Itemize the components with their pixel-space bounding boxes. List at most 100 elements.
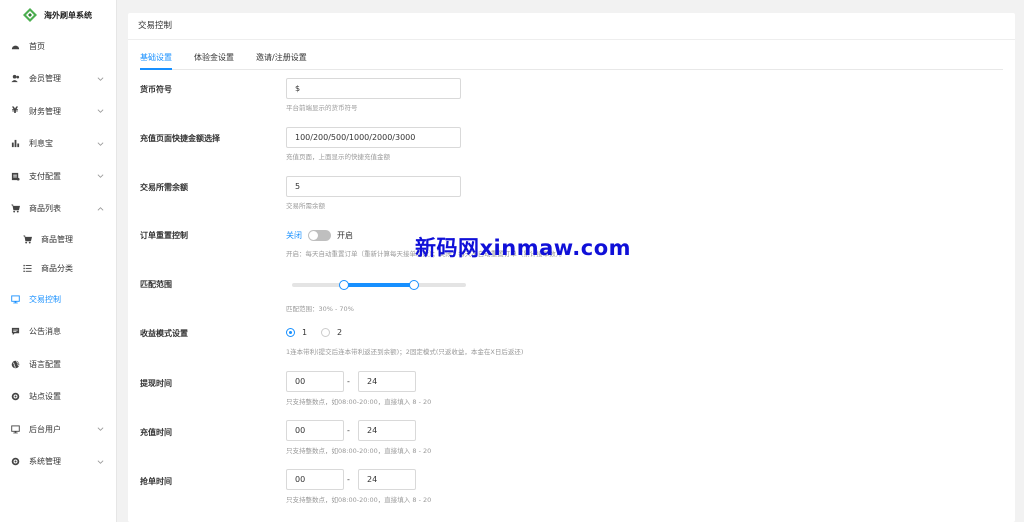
currency-label: 货币符号 <box>140 85 172 94</box>
profit-mode-option-2[interactable]: 2 <box>321 328 342 337</box>
quick-amounts-hint: 充值页面，上面显示的快捷充值金额 <box>286 153 390 161</box>
withdraw-time-end[interactable]: 24 <box>358 371 416 392</box>
recharge-time-hint: 只支持整数点，如08:00-20:00，直接填入 8 - 20 <box>286 447 432 455</box>
withdraw-time-start[interactable]: 00 <box>286 371 344 392</box>
sidebar-item-members[interactable]: 会员管理 <box>0 63 116 96</box>
yen-icon: ¥ <box>11 106 19 117</box>
match-range-hint: 匹配范围：30% - 70% <box>286 305 354 313</box>
switch-on-label: 开启 <box>337 231 353 240</box>
tab-basic-settings[interactable]: 基础设置 <box>140 50 172 70</box>
main-card: 交易控制 基础设置 体验金设置 邀请/注册设置 货币符号 $ 平台前端显示的货币… <box>128 13 1015 522</box>
profit-mode-option-1[interactable]: 1 <box>286 328 307 337</box>
grab-time-start[interactable]: 00 <box>286 469 344 490</box>
dashboard-icon <box>10 41 20 51</box>
recharge-time-label: 充值时间 <box>140 428 172 437</box>
order-reset-toggle[interactable] <box>308 230 331 241</box>
users-icon <box>10 74 20 84</box>
message-icon <box>10 327 20 337</box>
withdraw-time-label: 提现时间 <box>140 379 172 388</box>
sidebar-item-label: 利息宝 <box>29 139 53 149</box>
slider-fill <box>344 283 414 287</box>
profit-mode-hint: 1连本带利(提交后连本带利返还到余额)；2固定模式(只返收益，本金在X日后返还) <box>286 348 524 356</box>
chevron-down-icon <box>97 142 104 146</box>
sidebar-item-label: 财务管理 <box>29 106 61 116</box>
sidebar-item-label: 后台用户 <box>29 424 61 434</box>
chevron-up-icon <box>97 206 104 211</box>
watermark: 新码网xinmaw.com <box>415 236 632 260</box>
sidebar-item-label: 商品列表 <box>29 204 61 214</box>
chevron-down-icon <box>97 460 104 464</box>
sidebar-item-finance[interactable]: ¥ 财务管理 <box>0 95 116 128</box>
chevron-down-icon <box>97 427 104 432</box>
slider-handle-min[interactable] <box>339 280 350 290</box>
app-title: 海外刷单系统 <box>44 10 92 20</box>
sidebar-nav: 首页 会员管理 ¥ 财务管理 利息宝 支付配置 商品列表 商品管理 商品分类 交… <box>0 30 116 478</box>
gear-icon <box>10 392 20 402</box>
cart-icon <box>10 204 20 214</box>
withdraw-time-hint: 只支持整数点，如08:00-20:00，直接填入 8 - 20 <box>286 398 432 406</box>
grab-time-label: 抢单时间 <box>140 477 172 486</box>
quick-amounts-input[interactable]: 100/200/500/1000/2000/3000 <box>286 127 461 148</box>
chevron-down-icon <box>97 77 104 81</box>
currency-input[interactable]: $ <box>286 78 461 99</box>
sidebar-item-interest[interactable]: 利息宝 <box>0 128 116 161</box>
sidebar-item-products[interactable]: 商品列表 <box>0 193 116 226</box>
grab-time-end[interactable]: 24 <box>358 469 416 490</box>
chevron-down-icon <box>97 109 104 114</box>
sidebar-item-home[interactable]: 首页 <box>0 30 116 63</box>
chevron-down-icon <box>97 174 104 179</box>
toggle-knob <box>309 231 318 240</box>
min-balance-input[interactable]: 5 <box>286 176 461 197</box>
match-range-label: 匹配范围 <box>140 280 172 289</box>
recharge-time-start[interactable]: 00 <box>286 420 344 441</box>
radio-label: 2 <box>337 328 343 337</box>
switch-off-label: 关闭 <box>286 231 302 240</box>
settings-icon <box>10 457 20 467</box>
cart-small-icon <box>22 235 32 245</box>
logo-icon <box>23 8 37 22</box>
quick-amounts-label: 充值页面快捷金额选择 <box>140 134 220 143</box>
tab-trial-fund-settings[interactable]: 体验金设置 <box>194 50 234 69</box>
sidebar-item-language[interactable]: 语言配置 <box>0 348 116 381</box>
range-separator: - <box>347 475 350 484</box>
sidebar-item-admin-users[interactable]: 后台用户 <box>0 413 116 446</box>
sidebar: 海外刷单系统 首页 会员管理 ¥ 财务管理 利息宝 支付配置 商品列表 商品管理… <box>0 0 117 522</box>
min-balance-label: 交易所需余额 <box>140 183 188 192</box>
radio-label: 1 <box>302 328 308 337</box>
sidebar-item-label: 交易控制 <box>29 294 61 304</box>
radio-dot <box>286 328 295 337</box>
payment-icon <box>10 171 20 181</box>
sidebar-item-trade-control[interactable]: 交易控制 <box>0 283 116 316</box>
sidebar-item-label: 系统管理 <box>29 457 61 467</box>
sidebar-item-label: 商品管理 <box>41 235 73 244</box>
sidebar-item-site-settings[interactable]: 站点设置 <box>0 381 116 414</box>
sidebar-item-label: 商品分类 <box>41 264 73 273</box>
range-separator: - <box>347 377 350 386</box>
sidebar-item-label: 语言配置 <box>29 359 61 369</box>
range-separator: - <box>347 426 350 435</box>
match-range-slider[interactable] <box>292 280 466 290</box>
monitor-icon <box>10 294 20 304</box>
sidebar-item-label: 会员管理 <box>29 74 61 84</box>
currency-hint: 平台前端显示的货币符号 <box>286 104 358 112</box>
sidebar-item-system[interactable]: 系统管理 <box>0 446 116 479</box>
sidebar-item-label: 支付配置 <box>29 171 61 181</box>
profit-mode-label: 收益模式设置 <box>140 329 188 338</box>
recharge-time-end[interactable]: 24 <box>358 420 416 441</box>
list-icon <box>22 264 32 274</box>
min-balance-hint: 交易所需余额 <box>286 202 325 210</box>
logo[interactable]: 海外刷单系统 <box>0 0 116 30</box>
sidebar-item-product-category[interactable]: 商品分类 <box>0 254 116 283</box>
radio-dot <box>321 328 330 337</box>
tab-bar: 基础设置 体验金设置 邀请/注册设置 <box>140 50 1003 70</box>
sidebar-item-announcements[interactable]: 公告消息 <box>0 316 116 349</box>
sidebar-item-payment[interactable]: 支付配置 <box>0 160 116 193</box>
sidebar-item-label: 首页 <box>29 41 45 51</box>
slider-handle-max[interactable] <box>408 280 419 290</box>
sidebar-item-product-manage[interactable]: 商品管理 <box>0 225 116 254</box>
globe-icon <box>10 359 20 369</box>
tab-invite-register-settings[interactable]: 邀请/注册设置 <box>256 50 307 69</box>
order-reset-label: 订单重置控制 <box>140 231 188 240</box>
bar-chart-icon <box>10 139 20 149</box>
sidebar-item-label: 公告消息 <box>29 327 61 337</box>
